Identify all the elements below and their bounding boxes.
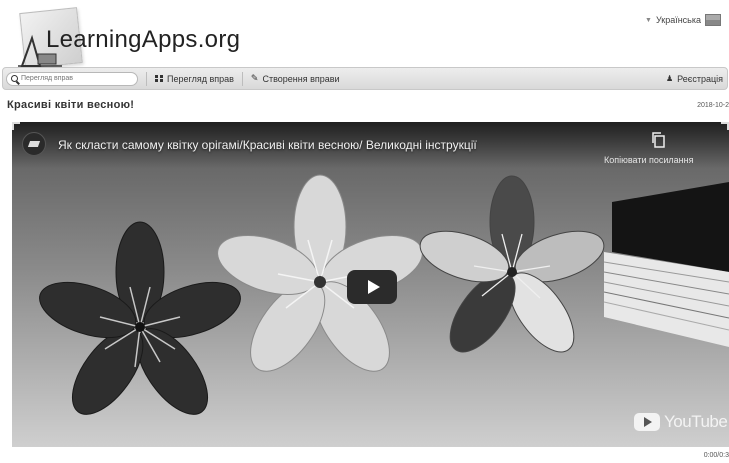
search-icon <box>11 75 18 82</box>
user-icon: ♟ <box>665 74 674 83</box>
nav-separator <box>146 71 147 86</box>
copy-link-label[interactable]: Копіювати посилання <box>604 155 694 165</box>
pencil-icon: ✎ <box>250 73 259 83</box>
video-title[interactable]: Як скласти самому квітку орігамі/Красиві… <box>58 138 477 152</box>
play-button[interactable] <box>347 270 397 304</box>
video-timer: 0:00/0:3 <box>703 452 729 459</box>
navbar: Перегляд вправ ✎ Створення вправи ♟ Реєс… <box>2 67 728 90</box>
logo[interactable]: LearningApps.org <box>14 7 254 69</box>
create-app-label: Створення вправи <box>262 73 340 84</box>
channel-avatar[interactable] <box>22 132 46 156</box>
logo-text: LearningApps.org <box>46 26 241 53</box>
youtube-icon <box>634 413 660 431</box>
youtube-logo[interactable]: YouTube <box>634 412 728 432</box>
play-icon <box>367 280 380 294</box>
flag-icon <box>705 14 721 26</box>
nav-separator <box>241 71 243 86</box>
corner-mark <box>721 122 729 130</box>
browse-apps-link[interactable]: Перегляд вправ <box>155 74 234 84</box>
youtube-wordmark: YouTube <box>664 412 728 431</box>
language-label: Українська <box>655 15 701 25</box>
page-date: 2018-10-2 <box>697 102 729 109</box>
browse-apps-label: Перегляд вправ <box>167 73 234 84</box>
video-player[interactable]: Як скласти самому квітку орігамі/Красиві… <box>12 122 729 447</box>
page-title: Красиві квіти весною! <box>7 99 135 111</box>
corner-mark <box>12 122 20 130</box>
copy-link-icon[interactable] <box>651 132 665 148</box>
register-label: Реєстрація <box>677 73 723 84</box>
register-link[interactable]: ♟ Реєстрація <box>666 74 723 84</box>
search-box[interactable] <box>6 71 138 86</box>
caret-down-icon: ▼ <box>645 16 652 24</box>
search-input[interactable] <box>21 75 131 82</box>
language-selector[interactable]: ▼ Українська <box>645 14 721 26</box>
grid-icon <box>155 75 163 82</box>
create-app-link[interactable]: ✎ Створення вправи <box>251 73 340 84</box>
